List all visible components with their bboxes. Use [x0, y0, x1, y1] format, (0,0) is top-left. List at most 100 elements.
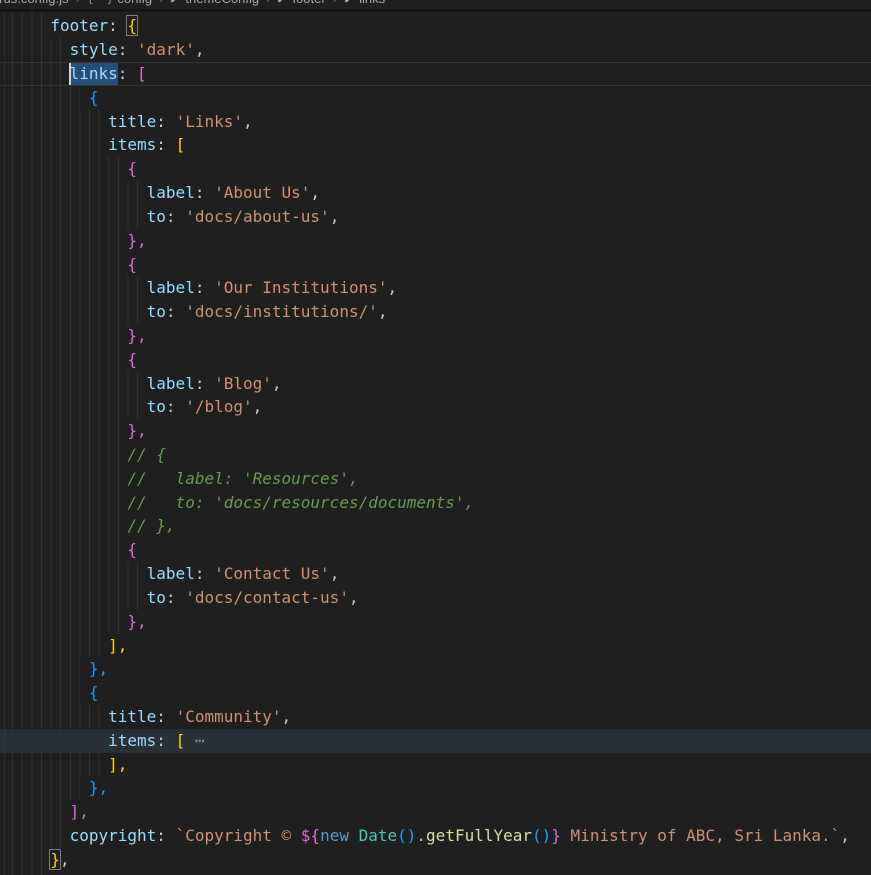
code-token — [12, 255, 128, 274]
bracket-match: { — [127, 16, 137, 35]
code-token: 'Links' — [176, 112, 243, 131]
code-token — [12, 826, 70, 845]
code-line[interactable]: }, — [0, 848, 871, 872]
breadcrumb-item-links[interactable]: links — [344, 0, 385, 6]
code-token: : — [156, 731, 175, 750]
code-line[interactable]: title: 'Community', — [0, 705, 871, 729]
code-line[interactable]: }, — [0, 776, 871, 800]
code-line[interactable]: }, — [0, 419, 871, 443]
code-line[interactable]: to: '/blog', — [0, 395, 871, 419]
code-token — [12, 588, 147, 607]
code-line[interactable]: }, — [0, 610, 871, 634]
code-token: : — [195, 374, 214, 393]
breadcrumb-label: links — [359, 0, 385, 6]
code-token — [349, 826, 359, 845]
code-line[interactable]: items: [ ⋯ — [0, 729, 871, 753]
code-token — [12, 445, 128, 464]
code-line[interactable]: label: 'Contact Us', — [0, 562, 871, 586]
code-line[interactable]: items: [ — [0, 133, 871, 157]
code-line[interactable]: label: 'Blog', — [0, 372, 871, 396]
code-token: title — [108, 112, 156, 131]
code-token: 'Contact Us' — [214, 564, 330, 583]
code-token: '/blog' — [185, 397, 252, 416]
code-line[interactable]: // to: 'docs/resources/documents', — [0, 491, 871, 515]
code-token: , — [60, 850, 70, 869]
code-token: , — [243, 112, 253, 131]
code-token: }, — [127, 612, 146, 631]
code-token — [12, 755, 108, 774]
code-area[interactable]: }, footer: { style: 'dark', links: [ { t… — [0, 0, 871, 875]
code-token — [12, 421, 128, 440]
symbol-field-icon — [344, 0, 355, 4]
selected-text[interactable]: links — [70, 62, 118, 86]
code-line[interactable]: label: 'Our Institutions', — [0, 276, 871, 300]
code-line[interactable]: footer: { — [0, 14, 871, 38]
code-editor[interactable]: }, footer: { style: 'dark', links: [ { t… — [0, 0, 871, 875]
breadcrumb-label: footer — [292, 0, 325, 6]
code-token: { — [89, 683, 99, 702]
code-line[interactable]: // { — [0, 443, 871, 467]
code-token — [12, 64, 70, 83]
code-line[interactable]: ], — [0, 800, 871, 824]
breadcrumb-item-themeconfig[interactable]: themeConfig — [170, 0, 259, 6]
code-token: : — [195, 278, 214, 297]
code-line[interactable]: label: 'About Us', — [0, 181, 871, 205]
code-token: `Copyright © — [176, 826, 301, 845]
code-token: }, — [89, 659, 108, 678]
code-token — [12, 231, 128, 250]
code-line[interactable]: to: 'docs/contact-us', — [0, 586, 871, 610]
code-token: // { — [127, 445, 166, 464]
breadcrumb-label: themeConfig — [185, 0, 259, 6]
code-line[interactable]: ], — [0, 634, 871, 658]
code-token: to — [147, 207, 166, 226]
code-token: { — [127, 255, 137, 274]
code-line[interactable]: }, — [0, 324, 871, 348]
code-token: : — [166, 588, 185, 607]
code-token — [12, 564, 147, 583]
code-line[interactable]: { — [0, 157, 871, 181]
code-line[interactable]: }, — [0, 657, 871, 681]
code-line[interactable]: links: [ — [0, 62, 871, 86]
code-token: label — [147, 183, 195, 202]
code-token — [12, 469, 128, 488]
code-token: items — [108, 731, 156, 750]
code-token: 'docs/about-us' — [185, 207, 330, 226]
breadcrumb-item-footer[interactable]: footer — [277, 0, 325, 6]
code-token: : — [118, 40, 137, 59]
code-token — [12, 278, 147, 297]
code-token: : — [166, 397, 185, 416]
code-token — [12, 683, 89, 702]
code-line[interactable]: { — [0, 538, 871, 562]
code-line[interactable]: style: 'dark', — [0, 38, 871, 62]
code-line[interactable]: // }, — [0, 514, 871, 538]
code-line[interactable]: { — [0, 86, 871, 110]
code-line[interactable]: { — [0, 348, 871, 372]
code-token: label — [147, 278, 195, 297]
code-line[interactable]: to: 'docs/institutions/', — [0, 300, 871, 324]
code-token: ⋯ — [195, 731, 205, 750]
symbol-object-icon: {··} — [87, 0, 114, 5]
code-line[interactable]: title: 'Links', — [0, 110, 871, 134]
code-line[interactable]: { — [0, 253, 871, 277]
code-token: to — [147, 397, 166, 416]
code-token: : — [108, 16, 127, 35]
code-token — [12, 397, 147, 416]
breadcrumb-item-config[interactable]: {··}config — [87, 0, 152, 6]
breadcrumb[interactable]: docusaurus.config.js›{··}config›themeCon… — [0, 0, 871, 9]
code-token: 'dark' — [137, 40, 195, 59]
code-line[interactable]: to: 'docs/about-us', — [0, 205, 871, 229]
code-token: ${ — [301, 826, 320, 845]
code-line[interactable]: ], — [0, 753, 871, 777]
code-token — [12, 802, 70, 821]
code-line[interactable]: copyright: `Copyright © ${new Date().get… — [0, 824, 871, 848]
code-token: style — [70, 40, 118, 59]
code-line[interactable]: // label: 'Resources', — [0, 467, 871, 491]
code-token: // }, — [127, 516, 175, 535]
code-token — [12, 707, 108, 726]
code-line[interactable]: { — [0, 681, 871, 705]
breadcrumb-item-docusaurus-config-js[interactable]: docusaurus.config.js — [0, 0, 69, 6]
code-token — [12, 135, 108, 154]
code-line[interactable]: }, — [0, 229, 871, 253]
code-token: // to: 'docs/resources/documents', — [127, 493, 474, 512]
code-token — [12, 636, 108, 655]
